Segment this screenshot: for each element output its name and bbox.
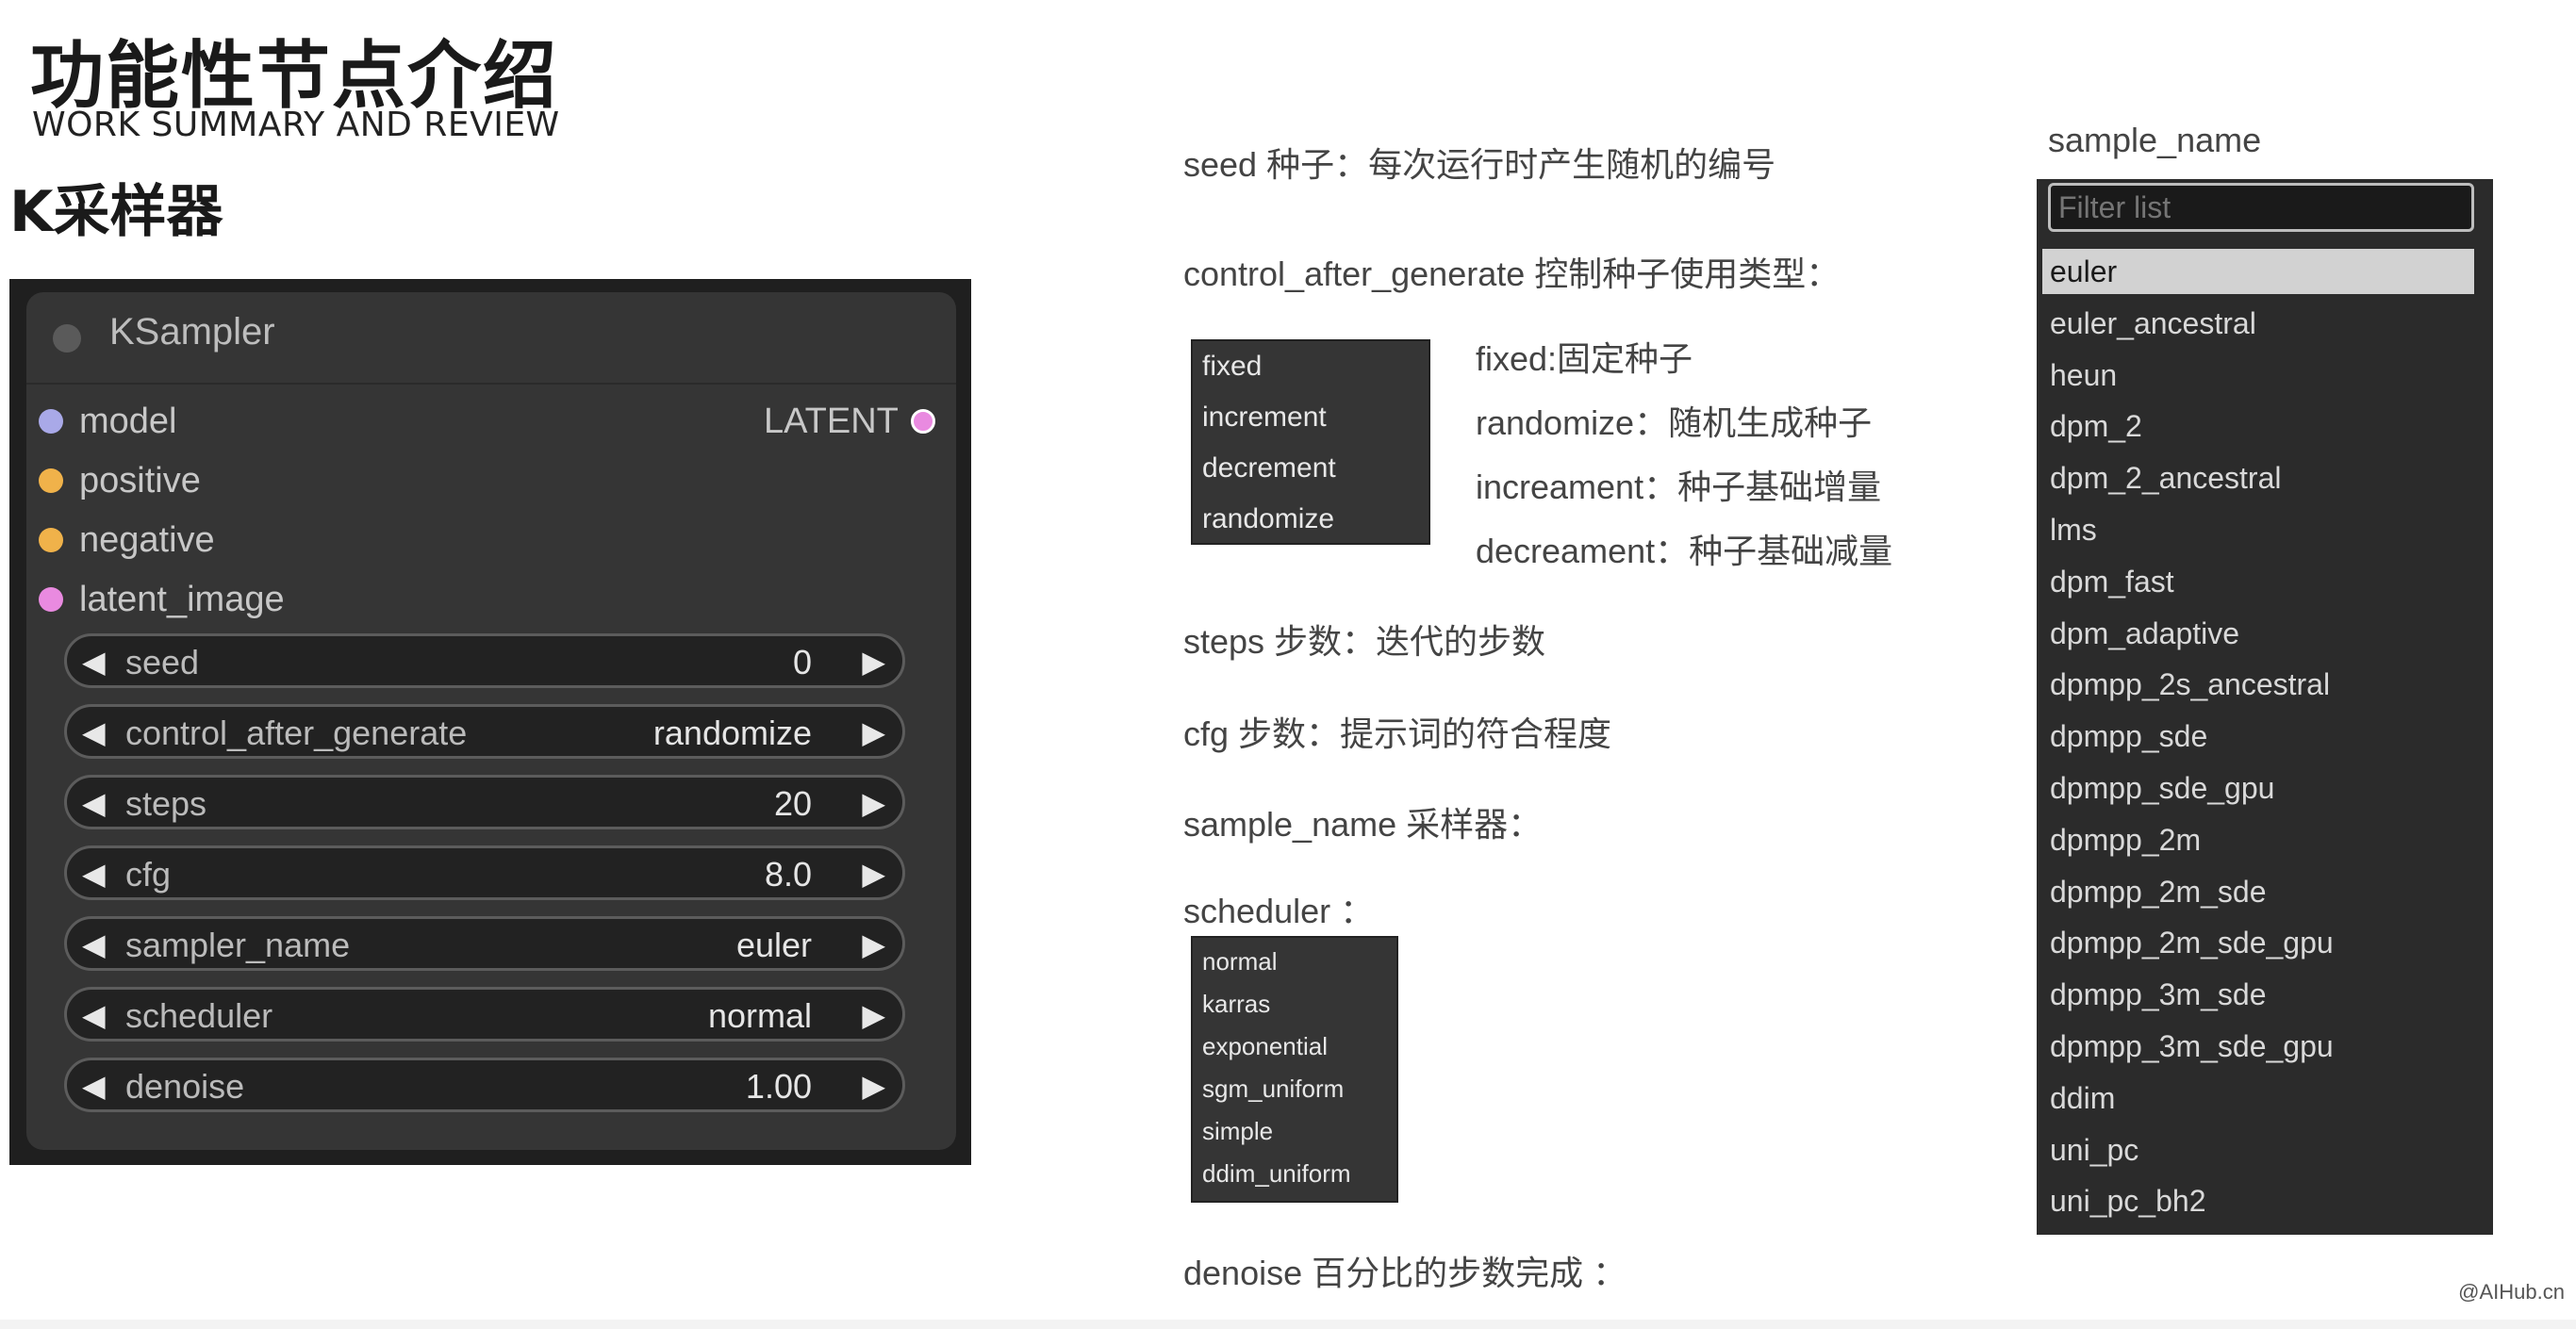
- scheduler-option[interactable]: ddim_uniform: [1202, 1159, 1351, 1189]
- sampler-list-item[interactable]: euler: [2042, 249, 2474, 294]
- sampler-list-item[interactable]: dpmpp_2m_sde_gpu: [2042, 920, 2474, 965]
- slot-negative-label: negative: [79, 520, 215, 560]
- slot-latent-image-label: latent_image: [79, 580, 285, 619]
- widget-scheduler[interactable]: ◀ scheduler normal ▶: [64, 987, 905, 1042]
- desc-control-after-generate: control_after_generate 控制种子使用类型：: [1183, 254, 1841, 293]
- increment-arrow-icon[interactable]: ▶: [862, 644, 885, 680]
- sampler-list-item[interactable]: euler_ancestral: [2042, 301, 2474, 346]
- desc-fixed: fixed:固定种子: [1476, 339, 1693, 378]
- widget-sampler-name[interactable]: ◀ sampler_name euler ▶: [64, 916, 905, 971]
- sampler-list-item[interactable]: dpmpp_2m: [2042, 817, 2474, 862]
- widget-name: sampler_name: [125, 926, 351, 964]
- output-latent-dot[interactable]: [911, 409, 935, 434]
- sampler-list-item[interactable]: uni_pc: [2042, 1127, 2474, 1173]
- sampler-list-item[interactable]: dpmpp_sde: [2042, 714, 2474, 759]
- decrement-arrow-icon[interactable]: ◀: [82, 856, 106, 892]
- desc-randomize: randomize：随机生成种子: [1476, 403, 1873, 442]
- decrement-arrow-icon[interactable]: ◀: [82, 714, 106, 750]
- decrement-arrow-icon[interactable]: ◀: [82, 644, 106, 680]
- section-title: K采样器: [9, 179, 223, 245]
- increment-arrow-icon[interactable]: ▶: [862, 856, 885, 892]
- page-subtitle: WORK SUMMARY AND REVIEW: [32, 106, 560, 144]
- slot-positive-dot[interactable]: [39, 468, 63, 493]
- scheduler-option[interactable]: sgm_uniform: [1202, 1075, 1344, 1104]
- sampler-list-item[interactable]: dpm_2_ancestral: [2042, 455, 2474, 500]
- sampler-list-item[interactable]: dpm_2: [2042, 403, 2474, 449]
- sampler-list-item[interactable]: dpm_adaptive: [2042, 611, 2474, 656]
- filter-list-input[interactable]: [2048, 183, 2474, 232]
- desc-decreament: decreament：种子基础减量: [1476, 532, 1893, 570]
- widget-name: control_after_generate: [125, 714, 468, 752]
- desc-seed: seed 种子：每次运行时产生随机的编号: [1183, 145, 1776, 184]
- increment-arrow-icon[interactable]: ▶: [862, 1068, 885, 1104]
- footer-watermark: @AIHub.cn: [2458, 1280, 2565, 1304]
- control-option[interactable]: randomize: [1202, 503, 1334, 535]
- desc-denoise: denoise 百分比的步数完成 ：: [1183, 1254, 1627, 1292]
- slot-latent-image-dot[interactable]: [39, 587, 63, 612]
- widget-value: 20: [773, 784, 812, 823]
- node-collapse-dot[interactable]: [53, 324, 81, 353]
- desc-increament: increament：种子基础增量: [1476, 468, 1882, 506]
- widget-value: euler: [735, 926, 812, 964]
- widget-name: scheduler: [125, 996, 273, 1035]
- widget-value: 1.00: [745, 1067, 812, 1106]
- widget-name: seed: [125, 643, 200, 681]
- control-option[interactable]: fixed: [1202, 351, 1262, 383]
- sampler-list-label: sample_name: [2048, 121, 2262, 159]
- widget-name: denoise: [125, 1067, 245, 1106]
- widget-value: 0: [792, 643, 812, 681]
- widget-value: 8.0: [764, 855, 812, 894]
- widget-control-after-generate[interactable]: ◀ control_after_generate randomize ▶: [64, 704, 905, 759]
- sampler-list-item[interactable]: heun: [2042, 353, 2474, 398]
- widget-value: normal: [707, 996, 812, 1035]
- scheduler-option[interactable]: normal: [1202, 947, 1277, 976]
- scheduler-option[interactable]: exponential: [1202, 1032, 1328, 1061]
- widget-cfg[interactable]: ◀ cfg 8.0 ▶: [64, 845, 905, 900]
- desc-scheduler: scheduler ：: [1183, 892, 1375, 930]
- control-option[interactable]: decrement: [1202, 452, 1336, 484]
- sampler-list-item[interactable]: dpmpp_2s_ancestral: [2042, 662, 2474, 707]
- increment-arrow-icon[interactable]: ▶: [862, 714, 885, 750]
- decrement-arrow-icon[interactable]: ◀: [82, 785, 106, 821]
- slot-negative-dot[interactable]: [39, 528, 63, 552]
- sampler-list-item[interactable]: lms: [2042, 507, 2474, 552]
- output-latent-label: LATENT: [764, 402, 899, 441]
- filter-list-text-field[interactable]: [2051, 186, 2471, 229]
- desc-cfg: cfg 步数：提示词的符合程度: [1183, 714, 1612, 753]
- slot-model-label: model: [79, 402, 177, 441]
- scheduler-option[interactable]: simple: [1202, 1117, 1273, 1146]
- bottom-strip: [0, 1320, 2576, 1329]
- control-options-box: fixed increment decrement randomize: [1191, 339, 1430, 545]
- scheduler-option[interactable]: karras: [1202, 990, 1270, 1019]
- increment-arrow-icon[interactable]: ▶: [862, 997, 885, 1033]
- control-option[interactable]: increment: [1202, 402, 1327, 434]
- widget-steps[interactable]: ◀ steps 20 ▶: [64, 775, 905, 829]
- widget-name: cfg: [125, 855, 172, 894]
- decrement-arrow-icon[interactable]: ◀: [82, 997, 106, 1033]
- sampler-list-item[interactable]: dpmpp_3m_sde_gpu: [2042, 1024, 2474, 1069]
- slot-model-dot[interactable]: [39, 409, 63, 434]
- sampler-list-item[interactable]: dpmpp_3m_sde: [2042, 972, 2474, 1017]
- sampler-list-item[interactable]: dpmpp_2m_sde: [2042, 869, 2474, 914]
- widget-seed[interactable]: ◀ seed 0 ▶: [64, 633, 905, 688]
- increment-arrow-icon[interactable]: ▶: [862, 927, 885, 962]
- decrement-arrow-icon[interactable]: ◀: [82, 927, 106, 962]
- widget-denoise[interactable]: ◀ denoise 1.00 ▶: [64, 1058, 905, 1112]
- widget-name: steps: [125, 784, 207, 823]
- desc-sample-name: sample_name 采样器：: [1183, 805, 1543, 844]
- sampler-list-item[interactable]: uni_pc_bh2: [2042, 1178, 2474, 1223]
- sampler-list-item[interactable]: dpmpp_sde_gpu: [2042, 765, 2474, 811]
- increment-arrow-icon[interactable]: ▶: [862, 785, 885, 821]
- sampler-list-item[interactable]: dpm_fast: [2042, 559, 2474, 604]
- slot-positive-label: positive: [79, 461, 201, 500]
- scheduler-options-box: normal karras exponential sgm_uniform si…: [1191, 936, 1398, 1203]
- desc-steps: steps 步数：迭代的步数: [1183, 622, 1546, 661]
- decrement-arrow-icon[interactable]: ◀: [82, 1068, 106, 1104]
- widget-value: randomize: [652, 714, 812, 752]
- ksampler-title: KSampler: [109, 311, 275, 353]
- sampler-list-item[interactable]: ddim: [2042, 1075, 2474, 1121]
